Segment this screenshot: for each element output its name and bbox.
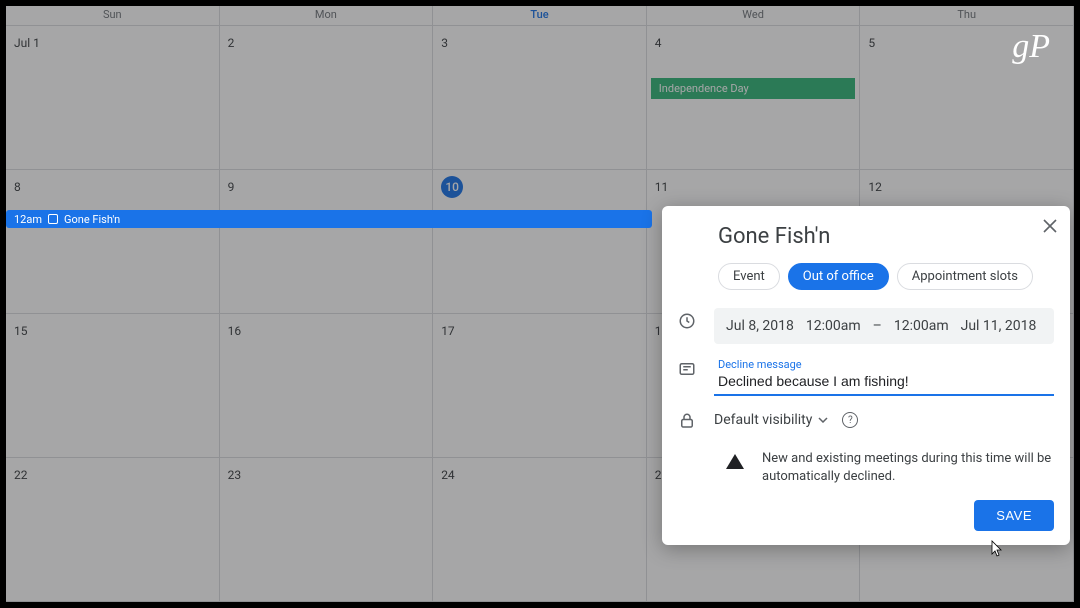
save-button[interactable]: SAVE — [974, 500, 1054, 531]
event-title-input[interactable]: Gone Fish'n — [718, 224, 1054, 249]
date-number-today: 10 — [441, 176, 463, 198]
calendar-cell[interactable]: 16 — [220, 314, 434, 458]
date-number: 4 — [655, 36, 662, 50]
calendar-cell[interactable]: 2 — [220, 26, 434, 170]
chevron-down-icon — [818, 417, 828, 423]
date-number: 22 — [14, 468, 28, 482]
calendar-cell[interactable]: 17 — [433, 314, 647, 458]
warning-text: New and existing meetings during this ti… — [762, 450, 1054, 486]
decline-message-label: Decline message — [718, 358, 1050, 371]
event-type-icon — [48, 214, 58, 224]
start-date: Jul 8, 2018 — [726, 318, 794, 334]
clock-icon — [678, 312, 698, 332]
day-header-wed: Wed — [647, 6, 861, 26]
day-header-mon: Mon — [220, 6, 434, 26]
start-time: 12:00am — [806, 318, 861, 334]
calendar-cell[interactable]: 3 — [433, 26, 647, 170]
calendar-cell[interactable]: 15 — [6, 314, 220, 458]
pill-out-of-office[interactable]: Out of office — [788, 263, 889, 290]
time-separator: – — [873, 318, 882, 334]
date-number: 2 — [228, 36, 235, 50]
calendar-cell[interactable]: 9 — [220, 170, 434, 314]
calendar-cell[interactable]: 4 Independence Day — [647, 26, 861, 170]
date-number: 5 — [868, 36, 875, 50]
holiday-chip[interactable]: Independence Day — [651, 78, 856, 99]
date-number: 11 — [655, 180, 669, 194]
event-type-tabs: Event Out of office Appointment slots — [718, 263, 1054, 290]
warning-icon — [726, 454, 744, 469]
date-number: 16 — [228, 324, 242, 338]
day-header-tue: Tue — [433, 6, 647, 26]
calendar-cell[interactable]: 23 — [220, 458, 434, 602]
date-number: Jul 1 — [14, 36, 40, 50]
pill-event[interactable]: Event — [718, 263, 780, 290]
decline-message-input[interactable] — [718, 371, 1050, 389]
visibility-label: Default visibility — [714, 412, 812, 428]
close-button[interactable] — [1040, 216, 1060, 236]
calendar-cell[interactable]: 24 — [433, 458, 647, 602]
calendar-cell[interactable]: Jul 1 — [6, 26, 220, 170]
date-number: 8 — [14, 180, 21, 194]
end-date: Jul 11, 2018 — [961, 318, 1037, 334]
date-number: 9 — [228, 180, 235, 194]
lock-icon — [678, 412, 698, 432]
event-title: Gone Fish'n — [64, 213, 120, 226]
brand-watermark: gP — [1012, 28, 1050, 66]
date-number: 17 — [441, 324, 455, 338]
time-range[interactable]: Jul 8, 2018 12:00am – 12:00am Jul 11, 20… — [714, 308, 1054, 344]
end-time: 12:00am — [894, 318, 949, 334]
date-number: 12 — [868, 180, 882, 194]
calendar-cell[interactable]: 10 — [433, 170, 647, 314]
close-icon — [1043, 219, 1057, 233]
date-number: 15 — [14, 324, 28, 338]
date-number: 24 — [441, 468, 455, 482]
calendar-cell[interactable]: 22 — [6, 458, 220, 602]
visibility-select[interactable]: Default visibility ? — [714, 412, 858, 428]
pill-appointment-slots[interactable]: Appointment slots — [897, 263, 1033, 290]
date-number: 23 — [228, 468, 242, 482]
day-header-sun: Sun — [6, 6, 220, 26]
help-icon[interactable]: ? — [842, 412, 858, 428]
event-bar-gone-fishn[interactable]: 12am Gone Fish'n — [6, 210, 652, 228]
day-header-thu: Thu — [860, 6, 1074, 26]
event-time: 12am — [14, 213, 42, 226]
warning-notice: New and existing meetings during this ti… — [726, 450, 1054, 486]
date-number: 3 — [441, 36, 448, 50]
message-icon — [678, 360, 698, 380]
event-popover: Gone Fish'n Event Out of office Appointm… — [662, 206, 1070, 545]
decline-message-field[interactable]: Decline message — [714, 356, 1054, 396]
calendar-cell[interactable]: 8 — [6, 170, 220, 314]
